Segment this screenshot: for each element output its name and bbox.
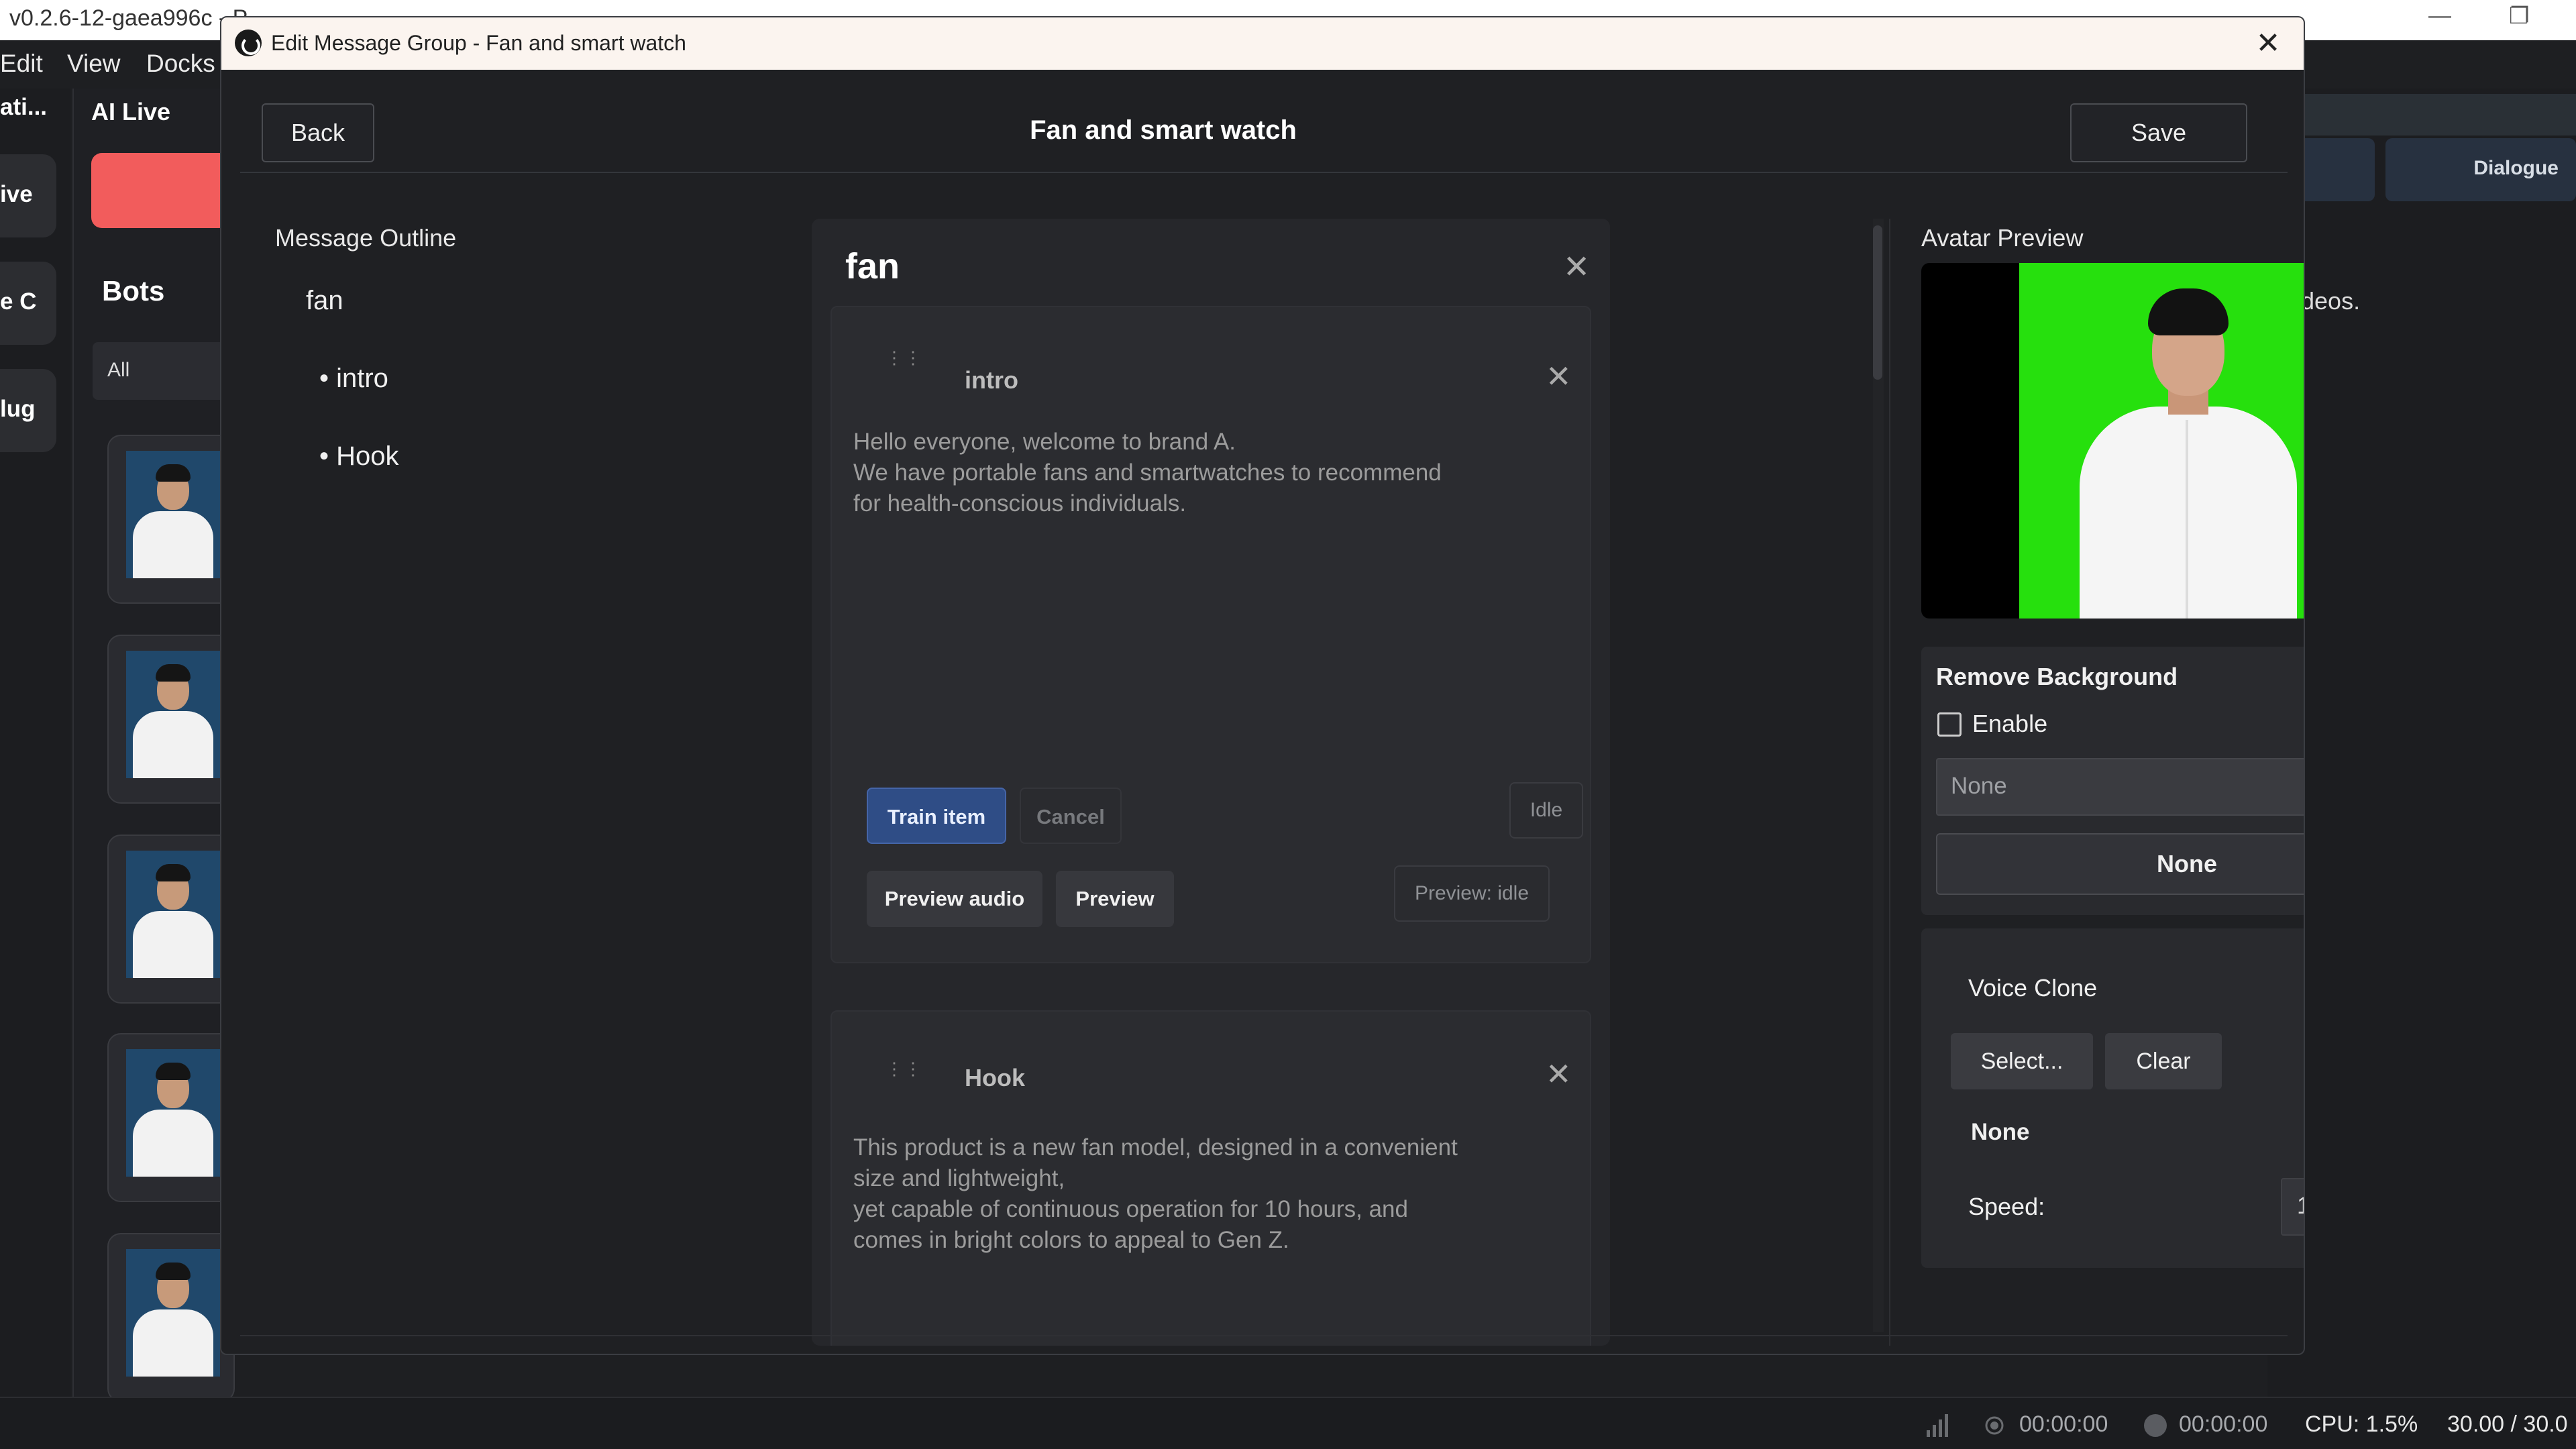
bot-avatar bbox=[126, 451, 220, 578]
dialog-title: Edit Message Group - Fan and smart watch bbox=[271, 31, 686, 55]
item-text[interactable]: Hello everyone, welcome to brand A. We h… bbox=[853, 427, 1564, 519]
right-dock-tab[interactable] bbox=[2294, 138, 2375, 201]
dock-item-live[interactable]: ive bbox=[0, 154, 56, 237]
cpu-usage: CPU: 1.5% bbox=[2305, 1411, 2418, 1437]
remove-background-title: Remove Background bbox=[1936, 663, 2178, 690]
bot-card[interactable] bbox=[107, 1033, 235, 1202]
outline-title: Message Outline bbox=[275, 224, 457, 252]
dialog-bottom-border bbox=[240, 1335, 2288, 1336]
avatar-preview-title: Avatar Preview bbox=[1921, 224, 2084, 252]
bots-heading: Bots bbox=[102, 275, 165, 307]
voice-clear-button[interactable]: Clear bbox=[2105, 1033, 2222, 1089]
right-dock-text: deos. bbox=[2301, 287, 2361, 315]
bot-card[interactable] bbox=[107, 835, 235, 1004]
item-text[interactable]: This product is a new fan model, designe… bbox=[853, 1132, 1578, 1256]
group-close-icon[interactable]: ✕ bbox=[1563, 248, 1590, 286]
message-item-card: ⋮⋮ Hook ✕ This product is a new fan mode… bbox=[830, 1010, 1591, 1346]
preview-status: Preview: idle bbox=[1394, 865, 1550, 922]
back-button[interactable]: Back bbox=[262, 103, 374, 162]
app-title: v0.2.6-12-gaea996c - P bbox=[9, 5, 248, 31]
train-status: Idle bbox=[1509, 782, 1583, 839]
bot-card[interactable] bbox=[107, 435, 235, 604]
dock-item-c[interactable]: e C bbox=[0, 262, 56, 345]
train-item-button[interactable]: Train item bbox=[867, 788, 1006, 844]
app-logo-icon bbox=[235, 30, 262, 56]
bot-avatar bbox=[126, 1049, 220, 1177]
dock-item-plug[interactable]: lug bbox=[0, 369, 56, 452]
bot-avatar bbox=[126, 651, 220, 778]
right-dock-header bbox=[2294, 94, 2576, 136]
close-icon[interactable]: ✕ bbox=[2245, 21, 2292, 66]
avatar-image bbox=[2019, 263, 2304, 619]
voice-select-button[interactable]: Select... bbox=[1951, 1033, 2093, 1089]
menu-edit[interactable]: Edit bbox=[0, 50, 43, 78]
drag-handle-icon[interactable]: ⋮⋮ bbox=[885, 347, 923, 368]
enable-checkbox[interactable] bbox=[1937, 712, 1962, 737]
live-button[interactable] bbox=[91, 153, 232, 228]
menu-docks[interactable]: Docks bbox=[146, 50, 215, 78]
stream-time: 00:00:00 bbox=[2019, 1411, 2108, 1437]
drag-handle-icon[interactable]: ⋮⋮ bbox=[885, 1059, 923, 1079]
avatar-preview bbox=[1921, 263, 2304, 619]
preview-audio-button[interactable]: Preview audio bbox=[867, 871, 1042, 927]
save-button[interactable]: Save bbox=[2070, 103, 2247, 162]
speed-value: 1.0 bbox=[2297, 1193, 2304, 1220]
fps-readout: 30.00 / 30.0 bbox=[2447, 1411, 2568, 1437]
bot-avatar bbox=[126, 851, 220, 978]
outline-group-fan[interactable]: fan bbox=[306, 286, 343, 316]
preview-button[interactable]: Preview bbox=[1056, 871, 1174, 927]
speed-label: Speed: bbox=[1968, 1193, 2045, 1220]
tab-dialogue[interactable]: Dialogue bbox=[2385, 138, 2576, 201]
bot-card[interactable] bbox=[107, 1233, 235, 1402]
stream-icon bbox=[1983, 1414, 2006, 1437]
enable-label[interactable]: Enable bbox=[1972, 710, 2047, 738]
item-close-icon[interactable]: ✕ bbox=[1546, 1056, 1572, 1092]
message-group-panel: fan ✕ ⋮⋮ intro ✕ Hello everyone, welcome… bbox=[812, 219, 1610, 1346]
item-close-icon[interactable]: ✕ bbox=[1546, 358, 1572, 394]
ai-live-title: AI Live bbox=[91, 98, 171, 125]
item-title: Hook bbox=[965, 1064, 1025, 1091]
scrollbar-thumb[interactable] bbox=[1873, 225, 1882, 380]
restore-icon[interactable]: ❐ bbox=[2509, 3, 2529, 30]
bot-card[interactable] bbox=[107, 635, 235, 804]
voice-current: None bbox=[1971, 1119, 2030, 1145]
voice-clone-title: Voice Clone bbox=[1968, 974, 2098, 1002]
minimize-icon[interactable]: — bbox=[2428, 3, 2451, 29]
column-divider bbox=[1889, 219, 1890, 1346]
record-time: 00:00:00 bbox=[2179, 1411, 2268, 1437]
page-title: Fan and smart watch bbox=[1030, 115, 1297, 145]
group-name: fan bbox=[845, 246, 900, 286]
right-dock bbox=[2267, 89, 2576, 1397]
edit-message-group-dialog: Edit Message Group - Fan and smart watch… bbox=[220, 16, 2305, 1355]
menu-view[interactable]: View bbox=[67, 50, 121, 78]
background-button[interactable]: None bbox=[1936, 833, 2304, 895]
bot-avatar bbox=[126, 1249, 220, 1377]
outline-item-hook[interactable]: • Hook bbox=[319, 441, 399, 472]
cancel-button[interactable]: Cancel bbox=[1020, 788, 1122, 844]
item-title: intro bbox=[965, 366, 1018, 394]
dock-tab-label[interactable]: ati... bbox=[0, 94, 47, 121]
header-divider bbox=[240, 172, 2288, 173]
outline-item-intro[interactable]: • intro bbox=[319, 364, 388, 394]
background-select-value: None bbox=[1951, 773, 2007, 799]
record-icon bbox=[2144, 1414, 2167, 1437]
scrollbar[interactable] bbox=[1873, 219, 1884, 1332]
bots-filter-select[interactable]: All bbox=[93, 342, 233, 400]
message-item-card: ⋮⋮ intro ✕ Hello everyone, welcome to br… bbox=[830, 306, 1591, 963]
signal-icon bbox=[1925, 1411, 1948, 1438]
